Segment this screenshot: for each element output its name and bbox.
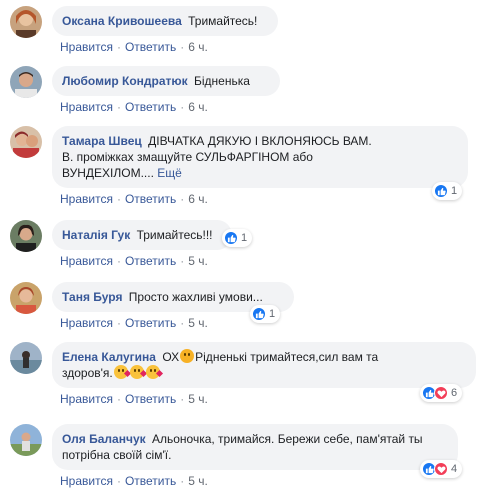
comment-text: здоров'я. [62,366,113,380]
author-name[interactable]: Любомир Кондратюк [62,74,188,88]
comment-text: ДІВЧАТКА ДЯКУЮ І ВКЛОНЯЮСЬ ВАМ. [148,134,372,148]
comment-text: Тримайтесь! [188,14,258,28]
separator: · [116,100,121,114]
comment-text: В. проміжках змащуйте СУЛЬФАРГІНОМ або [62,150,313,164]
avatar[interactable] [10,424,42,456]
comment-bubble: Елена Калугина ОХ Рідненькі тримайтеся,си… [52,342,476,388]
separator: · [180,392,185,406]
timestamp[interactable]: 5 ч. [188,316,208,330]
separator: · [116,474,121,488]
sad-face-emoji [180,349,195,363]
like-button[interactable]: Нравится [60,474,113,488]
reaction-summary[interactable]: 1 [250,305,281,323]
separator: · [180,316,185,330]
comment-actions: Нравится · Ответить · 5 ч. [60,316,208,330]
comment-text: Рідненькі тримайтеся,сил вам та [195,350,379,364]
comment-text: Альоночка, тримайся. Бережи себе, пам'ят… [151,432,423,446]
author-name[interactable]: Таня Буря [62,290,122,304]
heart-icon [434,462,448,476]
avatar[interactable] [10,282,42,314]
comment-text: ОХ [162,350,180,364]
comment-text: Просто жахливі умови... [128,290,263,304]
reply-button[interactable]: Ответить [125,316,176,330]
like-button[interactable]: Нравится [60,392,113,406]
comment-bubble: Любомир Кондратюк Бідненька [52,66,280,96]
author-name[interactable]: Оксана Кривошеева [62,14,182,28]
comment-actions: Нравится · Ответить · 6 ч. [60,192,208,206]
like-button[interactable]: Нравится [60,100,113,114]
separator: · [116,192,121,206]
thumbs-up-icon [434,184,448,198]
separator: · [180,100,185,114]
timestamp[interactable]: 6 ч. [188,100,208,114]
comment-text: Бідненька [194,74,250,88]
reply-button[interactable]: Ответить [125,474,176,488]
thumbs-up-icon [252,307,266,321]
timestamp[interactable]: 5 ч. [188,392,208,406]
reaction-summary[interactable]: 4 [420,460,463,478]
reaction-summary[interactable]: 6 [420,384,463,402]
reaction-count: 1 [269,308,276,320]
like-button[interactable]: Нравится [60,254,113,268]
reply-button[interactable]: Ответить [125,40,176,54]
comment-actions: Нравится · Ответить · 5 ч. [60,474,208,488]
reaction-count: 6 [451,387,458,399]
heart-icon [434,386,448,400]
comment-actions: Нравится · Ответить · 5 ч. [60,254,208,268]
avatar[interactable] [10,6,42,38]
author-name[interactable]: Тамара Швец [62,134,142,148]
reply-button[interactable]: Ответить [125,100,176,114]
comment-actions: Нравится · Ответить · 6 ч. [60,100,208,114]
comment-bubble: Наталія Гук Тримайтесь!!! [52,220,232,250]
comment-actions: Нравится · Ответить · 6 ч. [60,40,208,54]
avatar[interactable] [10,220,42,252]
kiss-face-emoji [145,365,163,379]
author-name[interactable]: Оля Баланчук [62,432,146,446]
thumbs-up-icon [224,231,238,245]
timestamp[interactable]: 5 ч. [188,254,208,268]
comment-text: потрібна своїй сім'ї. [62,448,172,462]
reply-button[interactable]: Ответить [125,254,176,268]
avatar[interactable] [10,342,42,374]
separator: · [116,392,121,406]
comment-bubble: Оля Баланчук Альоночка, тримайся. Бережи… [52,424,458,470]
comment-bubble: Тамара Швец ДІВЧАТКА ДЯКУЮ І ВКЛОНЯЮСЬ В… [52,126,468,188]
timestamp[interactable]: 6 ч. [188,40,208,54]
separator: · [180,192,185,206]
avatar[interactable] [10,66,42,98]
author-name[interactable]: Наталія Гук [62,228,130,242]
like-button[interactable]: Нравится [60,316,113,330]
comment-bubble: Оксана Кривошеева Тримайтесь! [52,6,278,36]
reaction-summary[interactable]: 1 [222,229,253,247]
separator: · [180,40,185,54]
author-name[interactable]: Елена Калугина [62,350,156,364]
reply-button[interactable]: Ответить [125,392,176,406]
like-button[interactable]: Нравится [60,40,113,54]
kiss-face-emoji [129,365,147,379]
see-more-link[interactable]: Ещё [157,166,182,180]
timestamp[interactable]: 5 ч. [188,474,208,488]
reaction-count: 1 [241,232,248,244]
avatar[interactable] [10,126,42,158]
kiss-face-emoji [113,365,131,379]
reaction-count: 1 [451,185,458,197]
comment-actions: Нравится · Ответить · 5 ч. [60,392,208,406]
comment-text: ВУНДЕХІЛОМ.... [62,166,154,180]
reaction-summary[interactable]: 1 [432,182,463,200]
separator: · [116,40,121,54]
comment-text: Тримайтесь!!! [136,228,213,242]
like-button[interactable]: Нравится [60,192,113,206]
timestamp[interactable]: 6 ч. [188,192,208,206]
reaction-count: 4 [451,463,458,475]
separator: · [180,254,185,268]
separator: · [116,254,121,268]
separator: · [180,474,185,488]
separator: · [116,316,121,330]
reply-button[interactable]: Ответить [125,192,176,206]
